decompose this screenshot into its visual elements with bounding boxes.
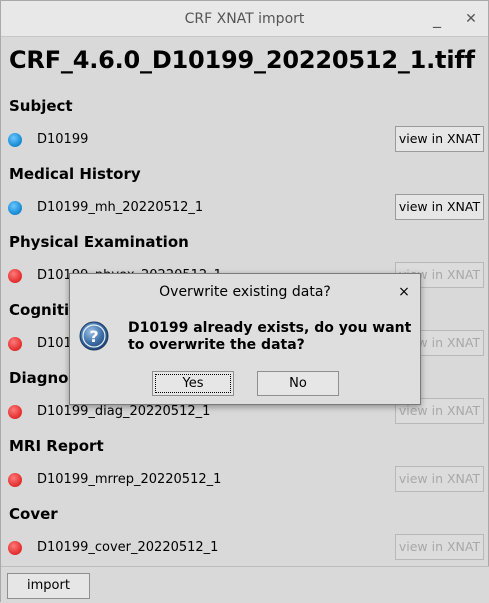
- status-indicator-icon: [8, 133, 22, 147]
- status-indicator-icon: [8, 269, 22, 283]
- bottom-bar: import: [1, 566, 489, 603]
- dialog-message: D10199 already exists, do you want to ov…: [128, 320, 412, 353]
- section-value: D10199_mh_20220512_1: [37, 200, 204, 215]
- section-row-mri-report: D10199_mrrep_20220512_1 view in XNAT: [1, 466, 489, 494]
- section-row-cover: D10199_cover_20220512_1 view in XNAT: [1, 534, 489, 562]
- close-icon[interactable]: ✕: [459, 1, 483, 37]
- title-bar: CRF XNAT import _ ✕: [1, 1, 488, 37]
- main-window: CRF XNAT import _ ✕ CRF_4.6.0_D10199_202…: [0, 0, 489, 603]
- section-value: D10199_mrrep_20220512_1: [37, 472, 222, 487]
- question-icon: ?: [79, 321, 109, 351]
- dialog-title: Overwrite existing data?: [159, 284, 331, 300]
- status-indicator-icon: [8, 473, 22, 487]
- status-indicator-icon: [8, 405, 22, 419]
- section-value: D10199_cover_20220512_1: [37, 540, 219, 555]
- file-name-heading: CRF_4.6.0_D10199_20220512_1.tiff: [9, 46, 475, 74]
- status-indicator-icon: [8, 201, 22, 215]
- section-value: D10199: [37, 132, 89, 147]
- section-row-subject: D10199 view in XNAT: [1, 126, 489, 154]
- status-indicator-icon: [8, 337, 22, 351]
- yes-button[interactable]: Yes: [152, 371, 234, 396]
- section-title-physical-examination: Physical Examination: [9, 233, 189, 251]
- dialog-close-icon[interactable]: ×: [396, 274, 412, 310]
- import-button[interactable]: import: [7, 573, 90, 599]
- section-row-medical-history: D10199_mh_20220512_1 view in XNAT: [1, 194, 489, 222]
- no-button[interactable]: No: [257, 371, 339, 396]
- section-title-cover: Cover: [9, 505, 58, 523]
- svg-text:?: ?: [89, 327, 98, 346]
- status-indicator-icon: [8, 541, 22, 555]
- section-value: D10199_diag_20220512_1: [37, 404, 211, 419]
- section-title-medical-history: Medical History: [9, 165, 141, 183]
- section-title-mri-report: MRI Report: [9, 437, 104, 455]
- window-title: CRF XNAT import: [184, 11, 305, 27]
- view-in-xnat-button[interactable]: view in XNAT: [395, 194, 484, 220]
- overwrite-dialog: Overwrite existing data? × ? D10199 alre…: [69, 273, 421, 405]
- view-in-xnat-button: view in XNAT: [395, 534, 484, 560]
- section-title-subject: Subject: [9, 97, 73, 115]
- view-in-xnat-button: view in XNAT: [395, 466, 484, 492]
- view-in-xnat-button[interactable]: view in XNAT: [395, 126, 484, 152]
- minimize-icon[interactable]: _: [425, 1, 449, 37]
